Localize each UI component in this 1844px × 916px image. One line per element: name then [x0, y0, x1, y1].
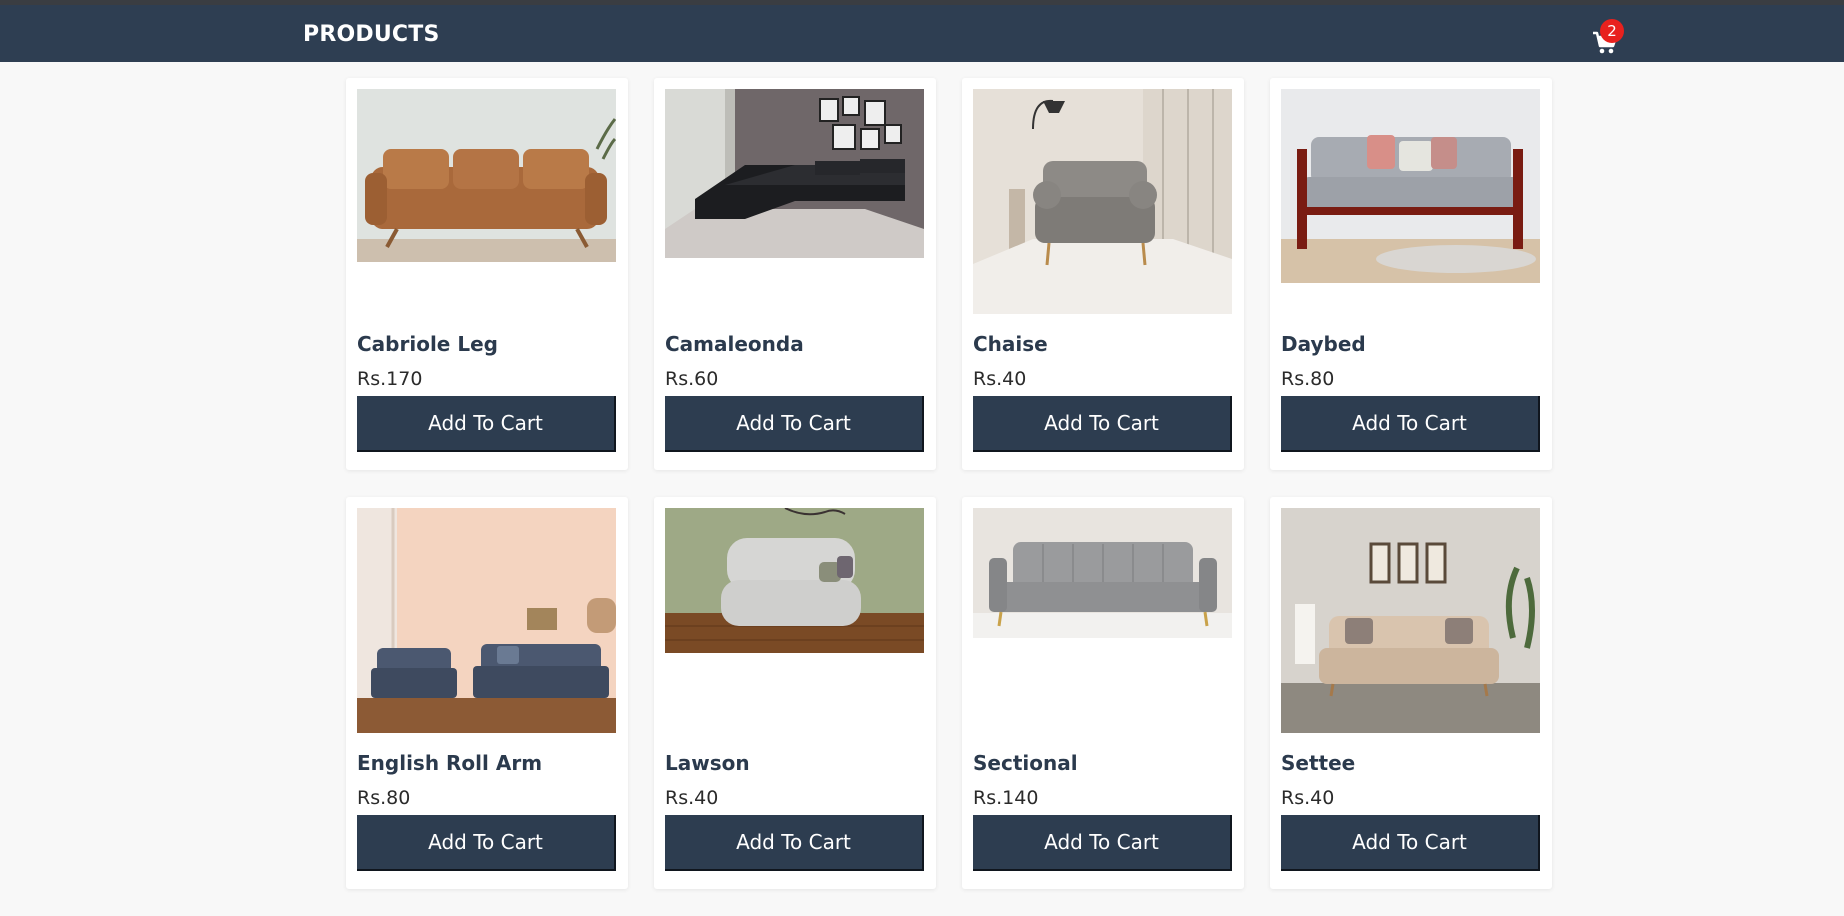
product-name: English Roll Arm	[357, 751, 543, 775]
product-name: Lawson	[665, 751, 750, 775]
product-image[interactable]	[973, 89, 1232, 314]
product-image[interactable]	[1281, 508, 1540, 733]
product-name: Settee	[1281, 751, 1356, 775]
cart-button[interactable]: 2	[1592, 19, 1624, 57]
add-to-cart-button[interactable]: Add To Cart	[1281, 396, 1540, 452]
product-card: Cabriole Leg Rs.170 Add To Cart	[346, 78, 628, 470]
product-card: English Roll Arm Rs.80 Add To Cart	[346, 497, 628, 889]
product-price: Rs.40	[1281, 787, 1335, 809]
product-name: Cabriole Leg	[357, 332, 498, 356]
product-name: Chaise	[973, 332, 1048, 356]
product-name: Sectional	[973, 751, 1078, 775]
product-price: Rs.40	[665, 787, 719, 809]
product-image[interactable]	[665, 89, 924, 258]
product-card: Sectional Rs.140 Add To Cart	[962, 497, 1244, 889]
product-image[interactable]	[665, 508, 924, 653]
product-name: Daybed	[1281, 332, 1366, 356]
product-price: Rs.80	[1281, 368, 1335, 390]
add-to-cart-button[interactable]: Add To Cart	[1281, 815, 1540, 871]
product-price: Rs.40	[973, 368, 1027, 390]
product-image[interactable]	[357, 508, 616, 733]
page-title: PRODUCTS	[303, 22, 440, 47]
navbar: PRODUCTS 2	[0, 5, 1844, 62]
product-price: Rs.80	[357, 787, 411, 809]
product-price: Rs.170	[357, 368, 423, 390]
product-card: Lawson Rs.40 Add To Cart	[654, 497, 936, 889]
product-price: Rs.60	[665, 368, 719, 390]
add-to-cart-button[interactable]: Add To Cart	[357, 815, 616, 871]
product-card: Chaise Rs.40 Add To Cart	[962, 78, 1244, 470]
product-image[interactable]	[1281, 89, 1540, 283]
product-price: Rs.140	[973, 787, 1039, 809]
add-to-cart-button[interactable]: Add To Cart	[665, 815, 924, 871]
product-image[interactable]	[357, 89, 616, 262]
product-card: Settee Rs.40 Add To Cart	[1270, 497, 1552, 889]
product-card: Camaleonda Rs.60 Add To Cart	[654, 78, 936, 470]
product-image[interactable]	[973, 508, 1232, 638]
add-to-cart-button[interactable]: Add To Cart	[973, 396, 1232, 452]
add-to-cart-button[interactable]: Add To Cart	[357, 396, 616, 452]
add-to-cart-button[interactable]: Add To Cart	[973, 815, 1232, 871]
product-card: Daybed Rs.80 Add To Cart	[1270, 78, 1552, 470]
add-to-cart-button[interactable]: Add To Cart	[665, 396, 924, 452]
product-name: Camaleonda	[665, 332, 804, 356]
cart-count-badge: 2	[1600, 19, 1624, 43]
